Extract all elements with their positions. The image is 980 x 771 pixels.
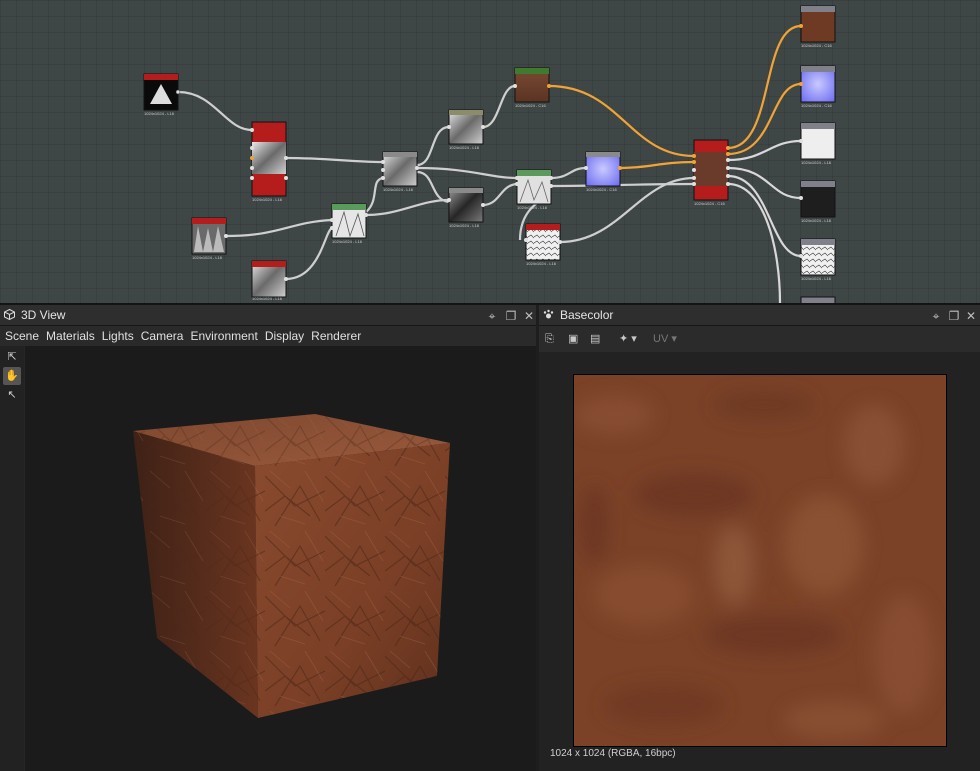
export-icon[interactable]: ⇱: [3, 348, 21, 366]
texture-info: 1024 x 1024 (RGBA, 16bpc): [550, 748, 676, 759]
graph-svg: 1024x1024 - L16 1024x1024 - L16 1024x102…: [143, 5, 836, 303]
wire: [727, 139, 802, 162]
node-label: 1024x1024 - C16: [694, 201, 725, 206]
wire: [285, 226, 333, 281]
wire: [225, 218, 333, 238]
output-metallic[interactable]: 1024x1024 - L16: [799, 180, 836, 223]
paw-icon: [543, 309, 554, 319]
chevron-down-icon: ▾: [671, 333, 677, 345]
node-normal[interactable]: 1024x1024 - C16: [584, 151, 622, 192]
share-icon[interactable]: ✦ ▾: [619, 331, 637, 347]
node-label: 1024x1024 - L16: [144, 111, 175, 116]
menu-display[interactable]: Display: [265, 329, 304, 343]
node-grunge[interactable]: 1024x1024 - L16: [251, 260, 288, 301]
node-label: 1024x1024 - L16: [252, 197, 283, 202]
output-height[interactable]: 1024x1024 - L16: [799, 238, 836, 281]
wire: [365, 198, 450, 217]
node-label: 1024x1024 - C16: [801, 43, 832, 48]
menu-environment[interactable]: Environment: [190, 329, 257, 343]
panel-3d-titlebar: 3D View ⌖ ❐ ✕: [0, 305, 536, 326]
pin-icon[interactable]: ⌖: [928, 306, 944, 324]
panel-title: Basecolor: [560, 308, 614, 322]
cube-icon: [4, 309, 15, 320]
node-label: 1024x1024 - C16: [515, 103, 546, 108]
save-icon[interactable]: ▣: [568, 331, 578, 347]
wire: [416, 170, 450, 204]
menu-camera[interactable]: Camera: [141, 329, 184, 343]
wire-active: [548, 84, 695, 158]
node-label: 1024x1024 - C16: [586, 187, 617, 192]
camera-icon[interactable]: ▤: [590, 331, 600, 347]
wire: [727, 182, 782, 303]
panel-2d-view: Basecolor ⌖ ❐ ✕ ⎘ ▣ ▤ ✦ ▾ UV ▾ 1024 x 10…: [539, 305, 980, 771]
node-material[interactable]: 1024x1024 - C16: [692, 139, 730, 206]
viewport-2d[interactable]: 1024 x 1024 (RGBA, 16bpc): [539, 352, 980, 771]
output-partial[interactable]: [800, 296, 836, 303]
wire: [550, 182, 695, 188]
output-normal[interactable]: 1024x1024 - C16: [799, 65, 836, 108]
basecolor-texture: [573, 374, 947, 747]
wire: [416, 125, 450, 167]
node-noise-c[interactable]: 1024x1024 - L16: [447, 187, 485, 228]
wire: [482, 182, 518, 207]
hand-icon[interactable]: ✋: [3, 367, 21, 385]
view2d-toolbar: ⎘ ▣ ▤ ✦ ▾ UV ▾: [539, 326, 980, 353]
panel-title: 3D View: [21, 308, 66, 322]
node-label: 1024x1024 - L16: [192, 255, 223, 260]
close-icon[interactable]: ✕: [521, 306, 537, 324]
close-icon[interactable]: ✕: [963, 306, 979, 324]
copy-icon[interactable]: ⎘: [545, 331, 554, 347]
node-label: 1024x1024 - L16: [383, 187, 414, 192]
wire: [177, 90, 253, 132]
menu-materials[interactable]: Materials: [46, 329, 95, 343]
node-noise-a[interactable]: 1024x1024 - L16: [381, 151, 419, 192]
node-label: 1024x1024 - L16: [449, 223, 480, 228]
texture-image: [574, 375, 946, 746]
node-green-mix[interactable]: 1024x1024 - L16: [330, 203, 368, 244]
node-label: 1024x1024 - C16: [801, 103, 832, 108]
pin-icon[interactable]: ⌖: [484, 306, 500, 324]
node-crack[interactable]: 1024x1024 - L16: [524, 223, 562, 266]
output-roughness[interactable]: 1024x1024 - L16: [799, 122, 836, 165]
output-basecolor[interactable]: 1024x1024 - C16: [799, 5, 836, 48]
node-label: 1024x1024 - L16: [526, 261, 557, 266]
node-label: 1024x1024 - L16: [801, 160, 832, 165]
cursor-icon[interactable]: ↖: [3, 386, 21, 404]
wire: [559, 176, 695, 244]
menu-renderer[interactable]: Renderer: [311, 329, 361, 343]
uv-label: UV: [653, 333, 669, 345]
wire: [284, 156, 384, 164]
viewport-3d[interactable]: [25, 346, 536, 771]
node-label: 1024x1024 - L16: [252, 296, 283, 301]
view3d-toolbar: ⇱ ✋ ↖: [0, 346, 24, 771]
wire: [416, 166, 518, 180]
node-green-mix-2[interactable]: 1024x1024 - L16: [515, 169, 553, 210]
node-label: 1024x1024 - L16: [801, 218, 832, 223]
panel-3d-view: 3D View ⌖ ❐ ✕ Scene Materials Lights Camera…: [0, 305, 536, 771]
wire-active: [619, 160, 695, 170]
wire: [482, 84, 516, 129]
wire: [727, 166, 802, 200]
wire: [365, 176, 384, 213]
node-label: 1024x1024 - L16: [449, 145, 480, 150]
node-graph-canvas[interactable]: 1024x1024 - L16 1024x1024 - L16 1024x102…: [0, 0, 980, 305]
textured-cube: [133, 414, 450, 718]
wire: [550, 166, 587, 180]
node-blend[interactable]: 1024x1024 - L16: [250, 121, 288, 202]
node-label: 1024x1024 - L16: [801, 276, 832, 281]
panel-2d-titlebar: Basecolor ⌖ ❐ ✕: [539, 305, 980, 326]
view3d-menubar: Scene Materials Lights Camera Environment Dis…: [0, 326, 536, 346]
node-shape[interactable]: 1024x1024 - L16: [191, 217, 228, 260]
float-window-icon[interactable]: ❐: [503, 306, 519, 324]
menu-lights[interactable]: Lights: [102, 329, 134, 343]
node-label: 1024x1024 - L16: [332, 239, 363, 244]
node-brown-color[interactable]: 1024x1024 - C16: [513, 67, 551, 108]
node-noise-b[interactable]: 1024x1024 - L16: [447, 109, 485, 150]
menu-scene[interactable]: Scene: [5, 329, 39, 343]
node-gradient[interactable]: 1024x1024 - L16: [143, 73, 181, 116]
float-window-icon[interactable]: ❐: [946, 306, 962, 324]
node-label: 1024x1024 - L16: [517, 205, 548, 210]
uv-dropdown[interactable]: UV ▾: [653, 331, 677, 347]
